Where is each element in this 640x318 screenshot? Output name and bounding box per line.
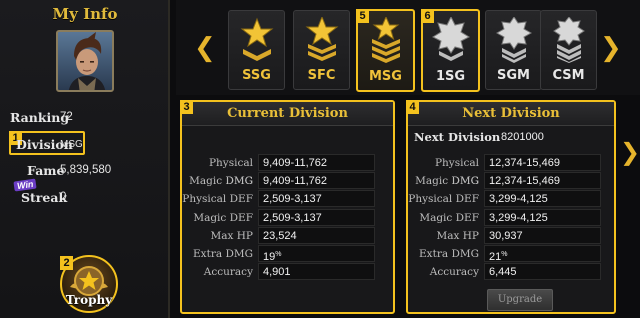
stat-label: Extra DMG bbox=[419, 248, 479, 260]
stat-label: Magic DEF bbox=[419, 211, 479, 224]
stat-label: Magic DMG bbox=[415, 175, 479, 188]
stat-row: Accuracy 6,445 bbox=[408, 263, 614, 281]
stat-value-text: 3,299-4,125 bbox=[489, 211, 548, 224]
rank-next-arrow-icon[interactable]: ❯ bbox=[600, 32, 622, 62]
stat-row: Magic DEF 2,509-3,137 bbox=[182, 208, 393, 227]
ranking-value: 72 bbox=[60, 111, 73, 123]
stat-value-text: 12,374-15,469 bbox=[489, 175, 560, 188]
stat-value-text: 6,445 bbox=[489, 266, 517, 279]
fame-value: 5,839,580 bbox=[60, 164, 112, 176]
current-division-panel: Current Division 3 Physical DMG 9,409-11,… bbox=[180, 100, 395, 314]
rank-card-1sg[interactable]: 6 1SG bbox=[421, 9, 480, 92]
trophy-label: Trophy bbox=[65, 293, 113, 307]
stat-value: 6,445 bbox=[484, 263, 601, 281]
tag-2: 2 bbox=[60, 256, 73, 270]
stat-label: Max HP bbox=[210, 229, 254, 242]
rank-label: SFC bbox=[307, 68, 336, 83]
next-division-label: Next Division bbox=[414, 130, 501, 144]
stat-value-text: 30,937 bbox=[489, 229, 523, 242]
stat-label: Accuracy bbox=[429, 266, 479, 279]
stat-suffix: % bbox=[501, 251, 508, 258]
stat-value-text: 9,409-11,762 bbox=[263, 175, 328, 188]
next-division-title: Next Division bbox=[408, 102, 614, 126]
stat-label: Extra DMG bbox=[193, 248, 253, 260]
stat-value: 2,509-3,137 bbox=[258, 190, 375, 208]
streak-value: 0 bbox=[60, 191, 67, 203]
stat-value: 3,299-4,125 bbox=[484, 190, 601, 208]
star-one-chevron-icon bbox=[240, 17, 274, 61]
stat-value: 4,901 bbox=[258, 263, 375, 281]
silver-star-chevron-icon bbox=[431, 17, 471, 61]
rank-card-msg[interactable]: 5 MSG bbox=[356, 9, 415, 92]
stat-row: Max HP 23,524 bbox=[182, 226, 393, 245]
stat-row: Physical DEF 2,509-3,137 bbox=[182, 190, 393, 208]
stat-value-text: 19 bbox=[263, 251, 276, 263]
rank-card-sgm[interactable]: SGM bbox=[485, 10, 542, 90]
rank-prev-arrow-icon[interactable]: ❮ bbox=[194, 32, 216, 62]
stat-label: Physical DEF bbox=[182, 193, 253, 206]
stat-label: Max HP bbox=[436, 229, 480, 242]
stat-value: 3,299-4,125 bbox=[484, 208, 601, 226]
upgrade-button[interactable]: Upgrade bbox=[487, 289, 553, 311]
division-value: MSG bbox=[60, 139, 83, 150]
stat-label: Magic DEF bbox=[193, 211, 253, 224]
rank-card-sfc[interactable]: SFC bbox=[293, 10, 350, 90]
rank-card-ssg[interactable]: SSG bbox=[228, 10, 285, 90]
silver-badge-three-chevron-icon bbox=[553, 17, 585, 63]
stat-value: 19% bbox=[258, 245, 375, 263]
rank-label: MSG bbox=[369, 69, 402, 84]
stat-row: Accuracy 4,901 bbox=[182, 263, 393, 281]
stat-row: Magic DEF 3,299-4,125 bbox=[408, 208, 614, 227]
rank-label: CSM bbox=[552, 68, 585, 83]
stat-value-text: 9,409-11,762 bbox=[263, 157, 328, 169]
stat-row: Physical DMG 9,409-11,762 bbox=[182, 154, 393, 187]
stat-label: Magic DMG bbox=[189, 175, 253, 188]
star-two-chevron-icon bbox=[305, 17, 339, 61]
current-division-title: Current Division bbox=[182, 102, 393, 126]
rank-card-csm[interactable]: CSM bbox=[540, 10, 597, 90]
stat-label: Accuracy bbox=[203, 266, 253, 279]
stat-value: 30,937 bbox=[484, 226, 601, 244]
silver-badge-two-chevron-icon bbox=[495, 17, 533, 63]
stat-row: Max HP 30,937 bbox=[408, 226, 614, 245]
stat-value-text: 12,374-15,469 bbox=[489, 157, 560, 169]
tag-3: 3 bbox=[180, 100, 193, 114]
panel-next-arrow-icon[interactable]: ❯ bbox=[620, 138, 640, 168]
stat-value-text: 23,524 bbox=[263, 229, 297, 242]
rank-label: SGM bbox=[497, 68, 530, 83]
star-three-chevron-icon bbox=[372, 17, 400, 63]
stat-row: Physical DMG 12,374-15,469 bbox=[408, 154, 614, 187]
my-info-title: My Info bbox=[52, 5, 118, 23]
tag-4: 4 bbox=[406, 100, 419, 114]
stat-value: 12,374-15,469 bbox=[484, 172, 601, 190]
player-avatar[interactable] bbox=[56, 30, 114, 92]
stat-value: 9,409-11,762 bbox=[258, 154, 375, 171]
rank-label: 1SG bbox=[435, 69, 466, 84]
stat-value: 2,509-3,137 bbox=[258, 208, 375, 226]
stat-value-text: 21 bbox=[489, 251, 502, 263]
stat-value: 23,524 bbox=[258, 226, 375, 244]
stat-row: Magic DMG 9,409-11,762 bbox=[182, 172, 393, 190]
stat-value: 9,409-11,762 bbox=[258, 172, 375, 190]
next-division-panel: Next Division 4 Next Division 8201000 Ph… bbox=[406, 100, 616, 314]
stat-value-text: 4,901 bbox=[263, 266, 291, 279]
stat-value-text: 2,509-3,137 bbox=[263, 193, 322, 206]
stat-value: 12,374-15,469 bbox=[484, 154, 601, 171]
stat-row: Extra DMG 19% bbox=[182, 245, 393, 263]
stat-value: 21% bbox=[484, 245, 601, 263]
rank-label: SSG bbox=[242, 68, 271, 83]
stat-row: Physical DEF 3,299-4,125 bbox=[408, 190, 614, 208]
stat-value-text: 3,299-4,125 bbox=[489, 193, 548, 206]
next-division-value: 8201000 bbox=[501, 131, 544, 143]
fame-label: Fame bbox=[27, 163, 65, 178]
stat-label: Physical DEF bbox=[408, 193, 479, 206]
stat-row: Magic DMG 12,374-15,469 bbox=[408, 172, 614, 190]
stat-row: Extra DMG 21% bbox=[408, 245, 614, 263]
my-info-panel: My Info Ranking 72 1 Division MSG Fame 5… bbox=[0, 0, 170, 318]
stat-value-text: 2,509-3,137 bbox=[263, 211, 322, 224]
stat-suffix: % bbox=[275, 251, 282, 258]
